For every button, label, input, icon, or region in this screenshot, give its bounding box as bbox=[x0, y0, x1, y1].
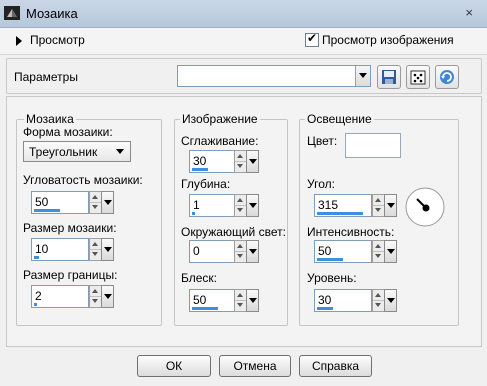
cancel-button[interactable]: Отмена bbox=[219, 355, 291, 377]
angularity-level-bar bbox=[34, 209, 60, 212]
spin-down-icon[interactable] bbox=[90, 296, 101, 306]
mosaic-size-input[interactable]: 10 bbox=[31, 238, 89, 261]
app-icon bbox=[4, 6, 20, 20]
mosaic-size-level-bar bbox=[34, 256, 39, 259]
angle-label: Угол: bbox=[307, 177, 335, 191]
mosaic-group-title: Мозаика bbox=[24, 112, 76, 126]
level-level-bar bbox=[317, 307, 333, 310]
dice-icon bbox=[410, 70, 426, 85]
border-size-label: Размер границы: bbox=[23, 268, 118, 282]
show-image-checkbox[interactable]: ✔ bbox=[305, 31, 319, 47]
depth-slider-button[interactable] bbox=[246, 194, 259, 217]
angle-value: 315 bbox=[318, 198, 339, 212]
angularity-label: Угловатость мозаики: bbox=[23, 173, 143, 187]
params-label: Параметры bbox=[14, 70, 78, 84]
presets-dropdown[interactable] bbox=[177, 65, 371, 87]
level-slider-button[interactable] bbox=[384, 289, 397, 312]
mosaic-size-label: Размер мозаики: bbox=[23, 221, 117, 235]
shape-dropdown[interactable]: Треугольник bbox=[23, 141, 131, 162]
spin-down-icon[interactable] bbox=[235, 300, 246, 310]
intensity-label: Интенсивность: bbox=[307, 225, 395, 239]
smoothing-slider-button[interactable] bbox=[246, 150, 259, 173]
chevron-down-icon bbox=[359, 73, 367, 78]
intensity-value: 50 bbox=[318, 244, 332, 258]
angularity-value: 50 bbox=[35, 195, 49, 209]
angle-dial[interactable] bbox=[405, 187, 445, 227]
depth-value: 1 bbox=[193, 198, 200, 212]
shape-label: Форма мозаики: bbox=[23, 125, 113, 139]
spin-down-icon[interactable] bbox=[373, 205, 384, 215]
intensity-level-bar bbox=[317, 258, 343, 261]
intensity-slider-button[interactable] bbox=[384, 240, 397, 263]
level-value: 30 bbox=[318, 293, 332, 307]
gloss-slider-button[interactable] bbox=[246, 289, 259, 312]
gloss-value: 50 bbox=[193, 293, 207, 307]
mosaic-size-value: 10 bbox=[35, 242, 49, 256]
lighting-group-title: Освещение bbox=[305, 112, 374, 126]
spin-down-icon[interactable] bbox=[235, 251, 246, 261]
spin-down-icon[interactable] bbox=[235, 205, 246, 215]
preview-toggle-label[interactable]: Просмотр bbox=[30, 33, 85, 47]
border-size-value: 2 bbox=[35, 289, 42, 303]
spin-down-icon[interactable] bbox=[90, 202, 101, 212]
window-title: Мозаика bbox=[26, 6, 78, 21]
image-group-title: Изображение bbox=[180, 112, 260, 126]
angularity-slider-button[interactable] bbox=[101, 191, 114, 214]
save-icon bbox=[382, 70, 396, 84]
show-image-label[interactable]: Просмотр изображения bbox=[322, 33, 454, 47]
spin-down-icon[interactable] bbox=[90, 249, 101, 259]
smoothing-level-bar bbox=[192, 168, 208, 171]
angle-slider-button[interactable] bbox=[384, 194, 397, 217]
shape-value: Треугольник bbox=[29, 145, 98, 159]
ok-button[interactable]: ОК bbox=[137, 355, 211, 377]
ambient-light-value: 0 bbox=[193, 244, 200, 258]
ambient-light-slider-button[interactable] bbox=[246, 240, 259, 263]
depth-level-bar bbox=[192, 212, 195, 215]
border-size-level-bar bbox=[34, 303, 37, 306]
level-input[interactable]: 30 bbox=[314, 289, 372, 312]
angle-input[interactable]: 315 bbox=[314, 194, 372, 217]
presets-dropdown-button[interactable] bbox=[355, 66, 370, 86]
randomize-button[interactable] bbox=[406, 65, 430, 89]
color-label: Цвет: bbox=[307, 134, 338, 148]
smoothing-value: 30 bbox=[193, 154, 207, 168]
close-icon[interactable]: × bbox=[465, 5, 473, 20]
gloss-level-bar bbox=[192, 307, 218, 310]
gloss-label: Блеск: bbox=[181, 271, 217, 285]
help-button[interactable]: Справка bbox=[299, 355, 372, 377]
intensity-input[interactable]: 50 bbox=[314, 240, 372, 263]
smoothing-label: Сглаживание: bbox=[181, 134, 259, 148]
reset-button[interactable] bbox=[435, 65, 459, 89]
light-color-swatch[interactable] bbox=[345, 133, 401, 158]
spin-down-icon[interactable] bbox=[235, 161, 246, 171]
mosaic-size-slider-button[interactable] bbox=[101, 238, 114, 261]
depth-label: Глубина: bbox=[181, 177, 231, 191]
expand-arrow-icon[interactable] bbox=[16, 36, 22, 46]
chevron-down-icon bbox=[116, 149, 124, 154]
spin-down-icon[interactable] bbox=[373, 251, 384, 261]
border-size-input[interactable]: 2 bbox=[31, 285, 89, 308]
save-preset-button[interactable] bbox=[377, 65, 401, 89]
checkmark-icon: ✔ bbox=[307, 31, 318, 45]
level-label: Уровень: bbox=[307, 271, 357, 285]
angle-level-bar bbox=[317, 212, 363, 215]
spin-down-icon[interactable] bbox=[373, 300, 384, 310]
ambient-light-label: Окружающий свет: bbox=[181, 225, 286, 239]
reset-icon bbox=[440, 70, 454, 84]
border-size-slider-button[interactable] bbox=[101, 285, 114, 308]
angularity-input[interactable]: 50 bbox=[31, 191, 89, 214]
